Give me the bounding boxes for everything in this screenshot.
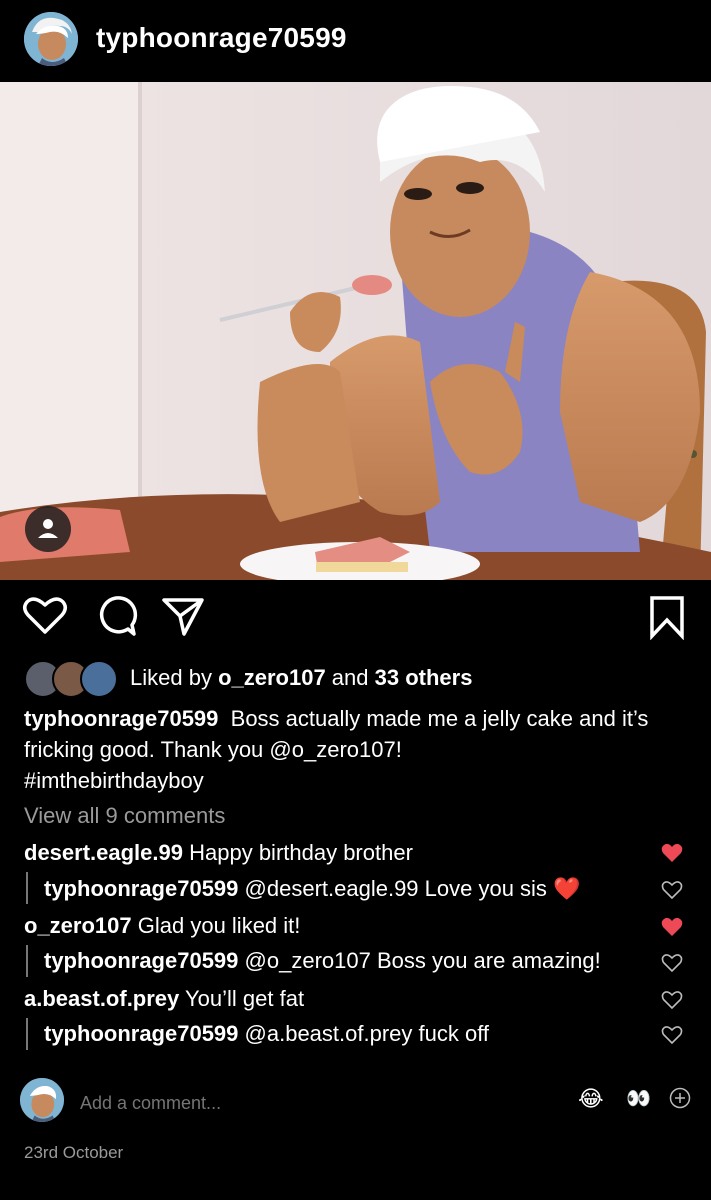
comment-item: o_zero107 Glad you liked it! — [24, 913, 300, 939]
paper-plane-icon[interactable] — [160, 594, 206, 643]
user-tag-icon[interactable] — [25, 506, 71, 552]
post-date: 23rd October — [24, 1143, 124, 1162]
liked-by-others[interactable]: 33 others — [375, 665, 473, 690]
add-comment-input[interactable] — [78, 1092, 314, 1115]
reply-text: @desert.eagle.99 Love you sis — [244, 876, 547, 901]
reply-item: typhoonrage70599 @o_zero107 Boss you are… — [44, 948, 601, 974]
reply-indicator — [26, 945, 28, 977]
heart-outline-icon[interactable] — [661, 953, 683, 973]
reply-indicator — [26, 1018, 28, 1050]
caption-username[interactable]: typhoonrage70599 — [24, 706, 218, 731]
comment-text: Happy birthday brother — [189, 840, 413, 865]
caption-hashtag[interactable]: #imthebirthdayboy — [24, 768, 204, 793]
reply-username[interactable]: typhoonrage70599 — [44, 876, 238, 901]
reply-item: typhoonrage70599 @desert.eagle.99 Love y… — [44, 876, 580, 902]
reply-item: typhoonrage70599 @a.beast.of.prey fuck o… — [44, 1021, 489, 1047]
heart-outline-icon[interactable] — [661, 990, 683, 1010]
comment-text: You’ll get fat — [185, 986, 305, 1011]
comment-item: a.beast.of.prey You’ll get fat — [24, 986, 304, 1012]
profile-avatar[interactable] — [24, 12, 78, 66]
comment-text: Glad you liked it! — [137, 913, 301, 938]
comment-username[interactable]: o_zero107 — [24, 913, 132, 938]
heart-filled-icon[interactable] — [661, 843, 683, 863]
post-header: typhoonrage70599 — [0, 0, 711, 82]
liker-avatar — [80, 660, 118, 698]
liked-by-text: Liked by o_zero107 and 33 others — [130, 665, 472, 691]
add-circle-icon[interactable] — [669, 1087, 691, 1114]
liked-by-middle: and — [325, 665, 375, 690]
heart-outline-icon[interactable] — [661, 880, 683, 900]
comment-username[interactable]: desert.eagle.99 — [24, 840, 183, 865]
bookmark-icon[interactable] — [648, 594, 686, 645]
post-caption: typhoonrage70599 Boss actually made me a… — [24, 703, 684, 796]
eyes-emoji-button[interactable]: 👀 — [626, 1086, 651, 1111]
view-all-comments-link[interactable]: View all 9 comments — [24, 803, 225, 829]
heart-outline-icon[interactable] — [22, 594, 68, 641]
post-author-username[interactable]: typhoonrage70599 — [96, 22, 347, 54]
comment-item: desert.eagle.99 Happy birthday brother — [24, 840, 413, 866]
add-comment-row: 😂 👀 — [0, 1074, 711, 1128]
heart-filled-icon[interactable] — [661, 917, 683, 937]
comment-username[interactable]: a.beast.of.prey — [24, 986, 179, 1011]
liked-by-user[interactable]: o_zero107 — [218, 665, 326, 690]
heart-outline-icon[interactable] — [661, 1025, 683, 1045]
reply-indicator — [26, 872, 28, 904]
laughing-emoji-button[interactable]: 😂 — [578, 1086, 604, 1112]
comment-bubble-icon[interactable] — [94, 594, 138, 643]
liked-by-prefix: Liked by — [130, 665, 219, 690]
reply-username[interactable]: typhoonrage70599 — [44, 948, 238, 973]
current-user-avatar — [20, 1078, 64, 1122]
reply-text: @o_zero107 Boss you are amazing! — [244, 948, 601, 973]
heart-emoji: ❤️ — [553, 876, 581, 901]
reply-text: @a.beast.of.prey fuck off — [244, 1021, 490, 1046]
reply-username[interactable]: typhoonrage70599 — [44, 1021, 238, 1046]
action-bar — [0, 590, 711, 646]
post-image[interactable] — [0, 82, 711, 580]
